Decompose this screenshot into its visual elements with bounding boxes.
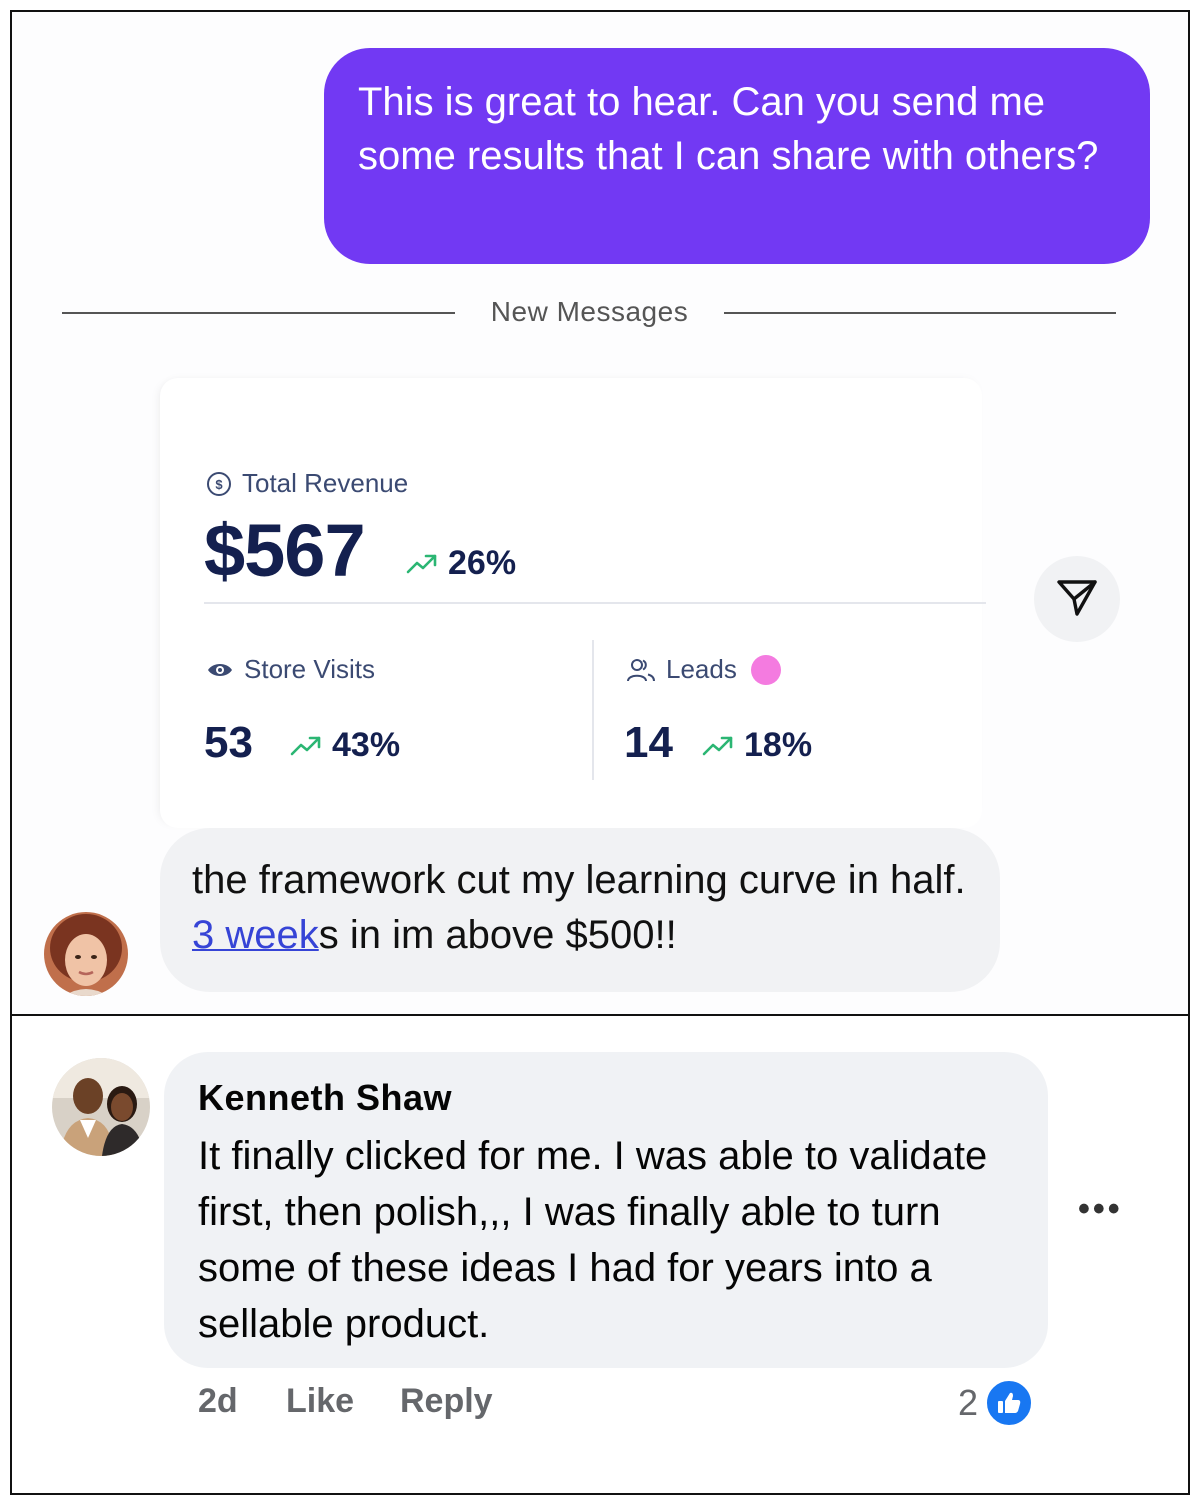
- comment-author[interactable]: Kenneth Shaw: [198, 1076, 1014, 1120]
- like-button[interactable]: Like: [286, 1382, 354, 1421]
- reaction-summary[interactable]: 2: [958, 1378, 1035, 1428]
- trending-up-icon: [290, 735, 322, 757]
- visits-change: 43%: [332, 726, 401, 764]
- dollar-circle-icon: $: [206, 471, 232, 497]
- comment-bubble: Kenneth Shaw It finally clicked for me. …: [164, 1052, 1048, 1368]
- comment-text: It finally clicked for me. I was able to…: [198, 1134, 988, 1346]
- revenue-value: $567: [204, 509, 366, 592]
- eye-icon: [206, 660, 234, 680]
- trending-up-icon: [702, 735, 734, 757]
- revenue-trend: 26%: [406, 544, 516, 583]
- incoming-message-text-end: s in im above $500!!: [318, 913, 677, 957]
- leads-value: 14: [624, 718, 673, 767]
- send-button[interactable]: [1034, 556, 1120, 642]
- leads-status-dot: [750, 654, 781, 685]
- more-options-button[interactable]: •••: [1078, 1190, 1123, 1229]
- visits-label: Store Visits: [206, 654, 375, 685]
- visits-value: 53: [204, 718, 253, 767]
- revenue-label-text: Total Revenue: [242, 468, 409, 498]
- stats-card: $ Total Revenue $567 26% Store Visits 53…: [160, 378, 986, 828]
- send-icon: [1054, 574, 1100, 625]
- incoming-message: the framework cut my learning curve in h…: [160, 828, 1000, 992]
- divider-line-right: [724, 312, 1116, 314]
- leads-trend: 18%: [702, 726, 812, 765]
- avatar[interactable]: [44, 912, 128, 996]
- new-messages-divider: New Messages: [490, 296, 689, 327]
- card-column-divider: [592, 640, 594, 780]
- reply-button[interactable]: Reply: [400, 1382, 493, 1421]
- avatar[interactable]: [52, 1058, 150, 1156]
- visits-trend: 43%: [290, 726, 400, 765]
- incoming-message-text: the framework cut my learning curve in h…: [192, 858, 966, 902]
- reaction-count: 2: [958, 1382, 979, 1423]
- revenue-label: $ Total Revenue: [206, 468, 408, 499]
- visits-label-text: Store Visits: [244, 654, 376, 684]
- trending-up-icon: [406, 553, 438, 575]
- outgoing-message: This is great to hear. Can you send me s…: [324, 48, 1150, 264]
- incoming-message-link[interactable]: 3 week: [192, 913, 319, 957]
- leads-label: Leads: [626, 654, 781, 685]
- users-icon: [626, 657, 656, 683]
- chat-panel: This is great to hear. Can you send me s…: [10, 10, 1190, 1016]
- divider-line-left: [62, 312, 455, 314]
- revenue-change: 26%: [448, 544, 517, 582]
- card-divider: [204, 602, 986, 604]
- svg-text:$: $: [215, 477, 223, 492]
- leads-label-text: Leads: [666, 654, 737, 684]
- thumbs-up-icon: [984, 1378, 1035, 1428]
- comment-timestamp[interactable]: 2d: [198, 1382, 238, 1421]
- leads-change: 18%: [744, 726, 813, 764]
